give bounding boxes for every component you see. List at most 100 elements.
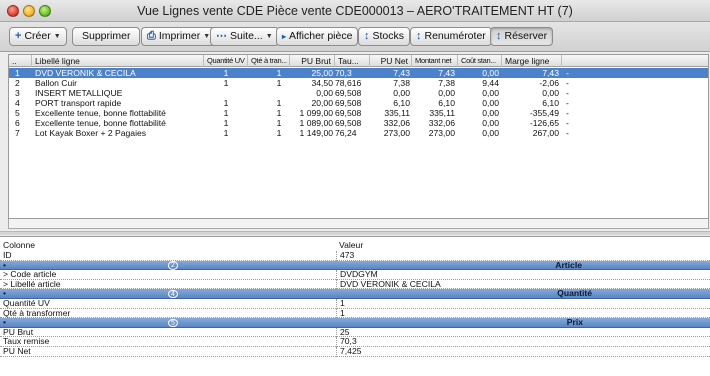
updown-arrows-icon: ↕ (416, 30, 422, 42)
cell-num: 6 (15, 118, 20, 128)
table-row[interactable]: 6 Excellente tenue, bonne flottabilité 1 1 1… (9, 118, 708, 128)
cell-num: 4 (15, 98, 20, 108)
group-number-badge: 2 (168, 261, 178, 270)
cell-dash: - (566, 118, 569, 128)
cell-taux: 78,616 (335, 78, 362, 88)
cell-cout: 9,44 (482, 78, 499, 88)
cell-libelle: Lot Kayak Boxer + 2 Pagaies (35, 128, 147, 138)
sales-lines-table: .. Libellé ligne Quantité UV Qté à tran.… (8, 54, 709, 219)
cell-pu-brut: 25,00 (311, 68, 333, 78)
cell-montant: 332,06 (428, 118, 455, 128)
detail-row[interactable]: PU Net 7,425 (0, 346, 710, 357)
cell-libelle: DVD VERONIK & CECILA (35, 68, 136, 78)
detail-key: > Libellé article (3, 278, 61, 289)
cell-pu-net: 7,38 (393, 78, 410, 88)
cell-marge: 0,00 (542, 88, 559, 98)
cell-montant: 335,11 (429, 108, 455, 118)
col-header-cout[interactable]: Coût stan... (458, 55, 502, 67)
cell-cout: 0,00 (482, 118, 499, 128)
cell-num: 2 (15, 78, 20, 88)
group-number-badge: 5 (168, 318, 178, 328)
cell-libelle: Ballon Cuir (35, 78, 78, 88)
show-document-button[interactable]: ▸ Afficher pièce (276, 27, 359, 46)
detail-column-header: Colonne (3, 240, 36, 250)
detail-panel: Colonne Valeur ID 473 • 2 Article > Code arti… (0, 236, 710, 376)
cell-num: 5 (15, 108, 20, 118)
updown-arrows-icon: ↕ (496, 30, 502, 42)
col-header-qte-tran[interactable]: Qté à tran... (248, 55, 290, 67)
table-row[interactable]: 1 DVD VERONIK & CECILA 1 1 25,00 70,3 7,43 7,43… (9, 68, 708, 78)
cell-quantite: 1 (223, 108, 229, 118)
window-titlebar: Vue Lignes vente CDE Pièce vente CDE0000… (0, 0, 710, 22)
cell-quantite (204, 88, 248, 98)
delete-label: Supprimer (82, 30, 131, 42)
more-button[interactable]: ⋯ Suite... ▼ (210, 27, 279, 46)
table-footer (8, 219, 709, 229)
updown-arrows-icon: ↕ (364, 30, 370, 42)
delete-button[interactable]: Supprimer (72, 27, 141, 46)
stocks-button[interactable]: ↕ Stocks (358, 27, 411, 46)
col-header-taux[interactable]: Tau... (335, 55, 370, 67)
detail-row[interactable]: ID 473 (0, 250, 710, 261)
col-header-num[interactable]: .. (9, 55, 32, 67)
print-label: Imprimer (158, 30, 201, 42)
print-button[interactable]: ⎙ Imprimer ▼ (141, 27, 217, 46)
group-title: Prix (566, 317, 583, 328)
table-row[interactable]: 4 PORT transport rapide 1 1 20,00 69,508 6,10 6… (9, 98, 708, 108)
col-header-montant[interactable]: Montant net (412, 55, 458, 67)
group-title: Quantité (557, 288, 592, 299)
dropdown-arrow-icon: ▼ (53, 33, 61, 40)
ellipsis-icon: ⋯ (216, 30, 227, 42)
cell-pu-net: 6,10 (393, 98, 410, 108)
cell-pu-net: 273,00 (383, 128, 410, 138)
cell-montant: 273,00 (428, 128, 455, 138)
show-document-label: Afficher pièce (289, 30, 353, 42)
detail-group-row[interactable]: • 5 Prix (0, 318, 710, 328)
cell-pu-net: 332,06 (383, 118, 410, 128)
detail-row[interactable]: > Libellé article DVD VERONIK & CECILA (0, 278, 710, 290)
cell-dash: - (566, 108, 569, 118)
detail-value-header: Valeur (339, 240, 364, 250)
cell-dash: - (566, 128, 569, 138)
cell-num: 7 (15, 128, 20, 138)
printer-icon: ⎙ (147, 30, 156, 42)
cell-libelle: INSERT METALLIQUE (35, 88, 123, 98)
cell-taux: 69,508 (335, 118, 362, 128)
cell-num: 3 (15, 88, 20, 98)
create-button[interactable]: + Créer ▼ (9, 27, 67, 46)
table-row[interactable]: 3 INSERT METALLIQUE 0,00 69,508 0,00 0,00 0,00… (9, 88, 708, 98)
col-header-quantite[interactable]: Quantité UV (204, 55, 248, 67)
cell-marge: -126,65 (529, 118, 559, 128)
detail-group-row[interactable]: • 4 Quantité (0, 289, 710, 299)
dropdown-arrow-icon: ▼ (265, 33, 273, 40)
table-body: 1 DVD VERONIK & CECILA 1 1 25,00 70,3 7,43 7,43… (9, 68, 708, 138)
renumber-label: Renuméroter (424, 30, 486, 42)
cell-cout: 0,00 (482, 128, 499, 138)
cell-pu-net: 0,00 (393, 88, 410, 98)
col-header-pu-brut[interactable]: PU Brut (290, 55, 335, 67)
reserve-button[interactable]: ↕ Réserver (490, 27, 554, 46)
cell-cout: 0,00 (482, 108, 499, 118)
table-row[interactable]: 7 Lot Kayak Boxer + 2 Pagaies 1 1 1 149,00 76… (9, 128, 708, 138)
cell-dash: - (566, 68, 569, 78)
detail-row[interactable]: Qté à transformer 1 (0, 307, 710, 319)
col-header-marge[interactable]: Marge ligne (502, 55, 562, 67)
table-header: .. Libellé ligne Quantité UV Qté à tran.… (9, 55, 708, 67)
cell-dash: - (566, 88, 569, 98)
group-title: Article (555, 259, 582, 270)
table-row[interactable]: 5 Excellente tenue, bonne flottabilité 1 1 1… (9, 108, 708, 118)
cell-pu-brut: 1 099,00 (299, 108, 333, 118)
detail-key: PU Net (3, 346, 31, 356)
col-header-libelle[interactable]: Libellé ligne (32, 55, 204, 67)
table-row[interactable]: 2 Ballon Cuir 1 1 34,50 78,616 7,38 7,38 9,44 -2,… (9, 78, 708, 88)
renumber-button[interactable]: ↕ Renuméroter (410, 27, 492, 46)
detail-row[interactable]: Quantité UV 1 (0, 298, 710, 309)
detail-key: Qté à transformer (3, 307, 71, 318)
cell-cout: 0,00 (482, 68, 499, 78)
cell-quantite: 1 (223, 78, 229, 88)
col-header-pu-net[interactable]: PU Net (370, 55, 412, 67)
cell-libelle: Excellente tenue, bonne flottabilité (35, 118, 166, 128)
col-header-empty (562, 55, 710, 67)
panel-splitter[interactable] (0, 231, 710, 235)
cell-taux: 69,508 (335, 98, 362, 108)
